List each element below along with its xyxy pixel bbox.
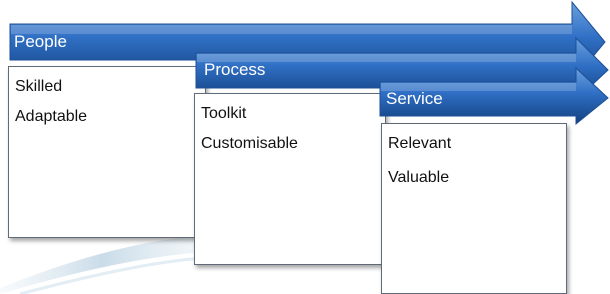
stage-box-service: Relevant Valuable bbox=[381, 123, 567, 294]
stage-diagram: Skilled Adaptable Toolkit Customisable R… bbox=[0, 0, 610, 294]
stage-item: Valuable bbox=[388, 169, 450, 186]
stage-item: Relevant bbox=[388, 135, 452, 152]
stage-title-service: Service bbox=[386, 89, 443, 108]
stage-title-people: People bbox=[14, 32, 67, 51]
stage-title-process: Process bbox=[204, 60, 266, 79]
